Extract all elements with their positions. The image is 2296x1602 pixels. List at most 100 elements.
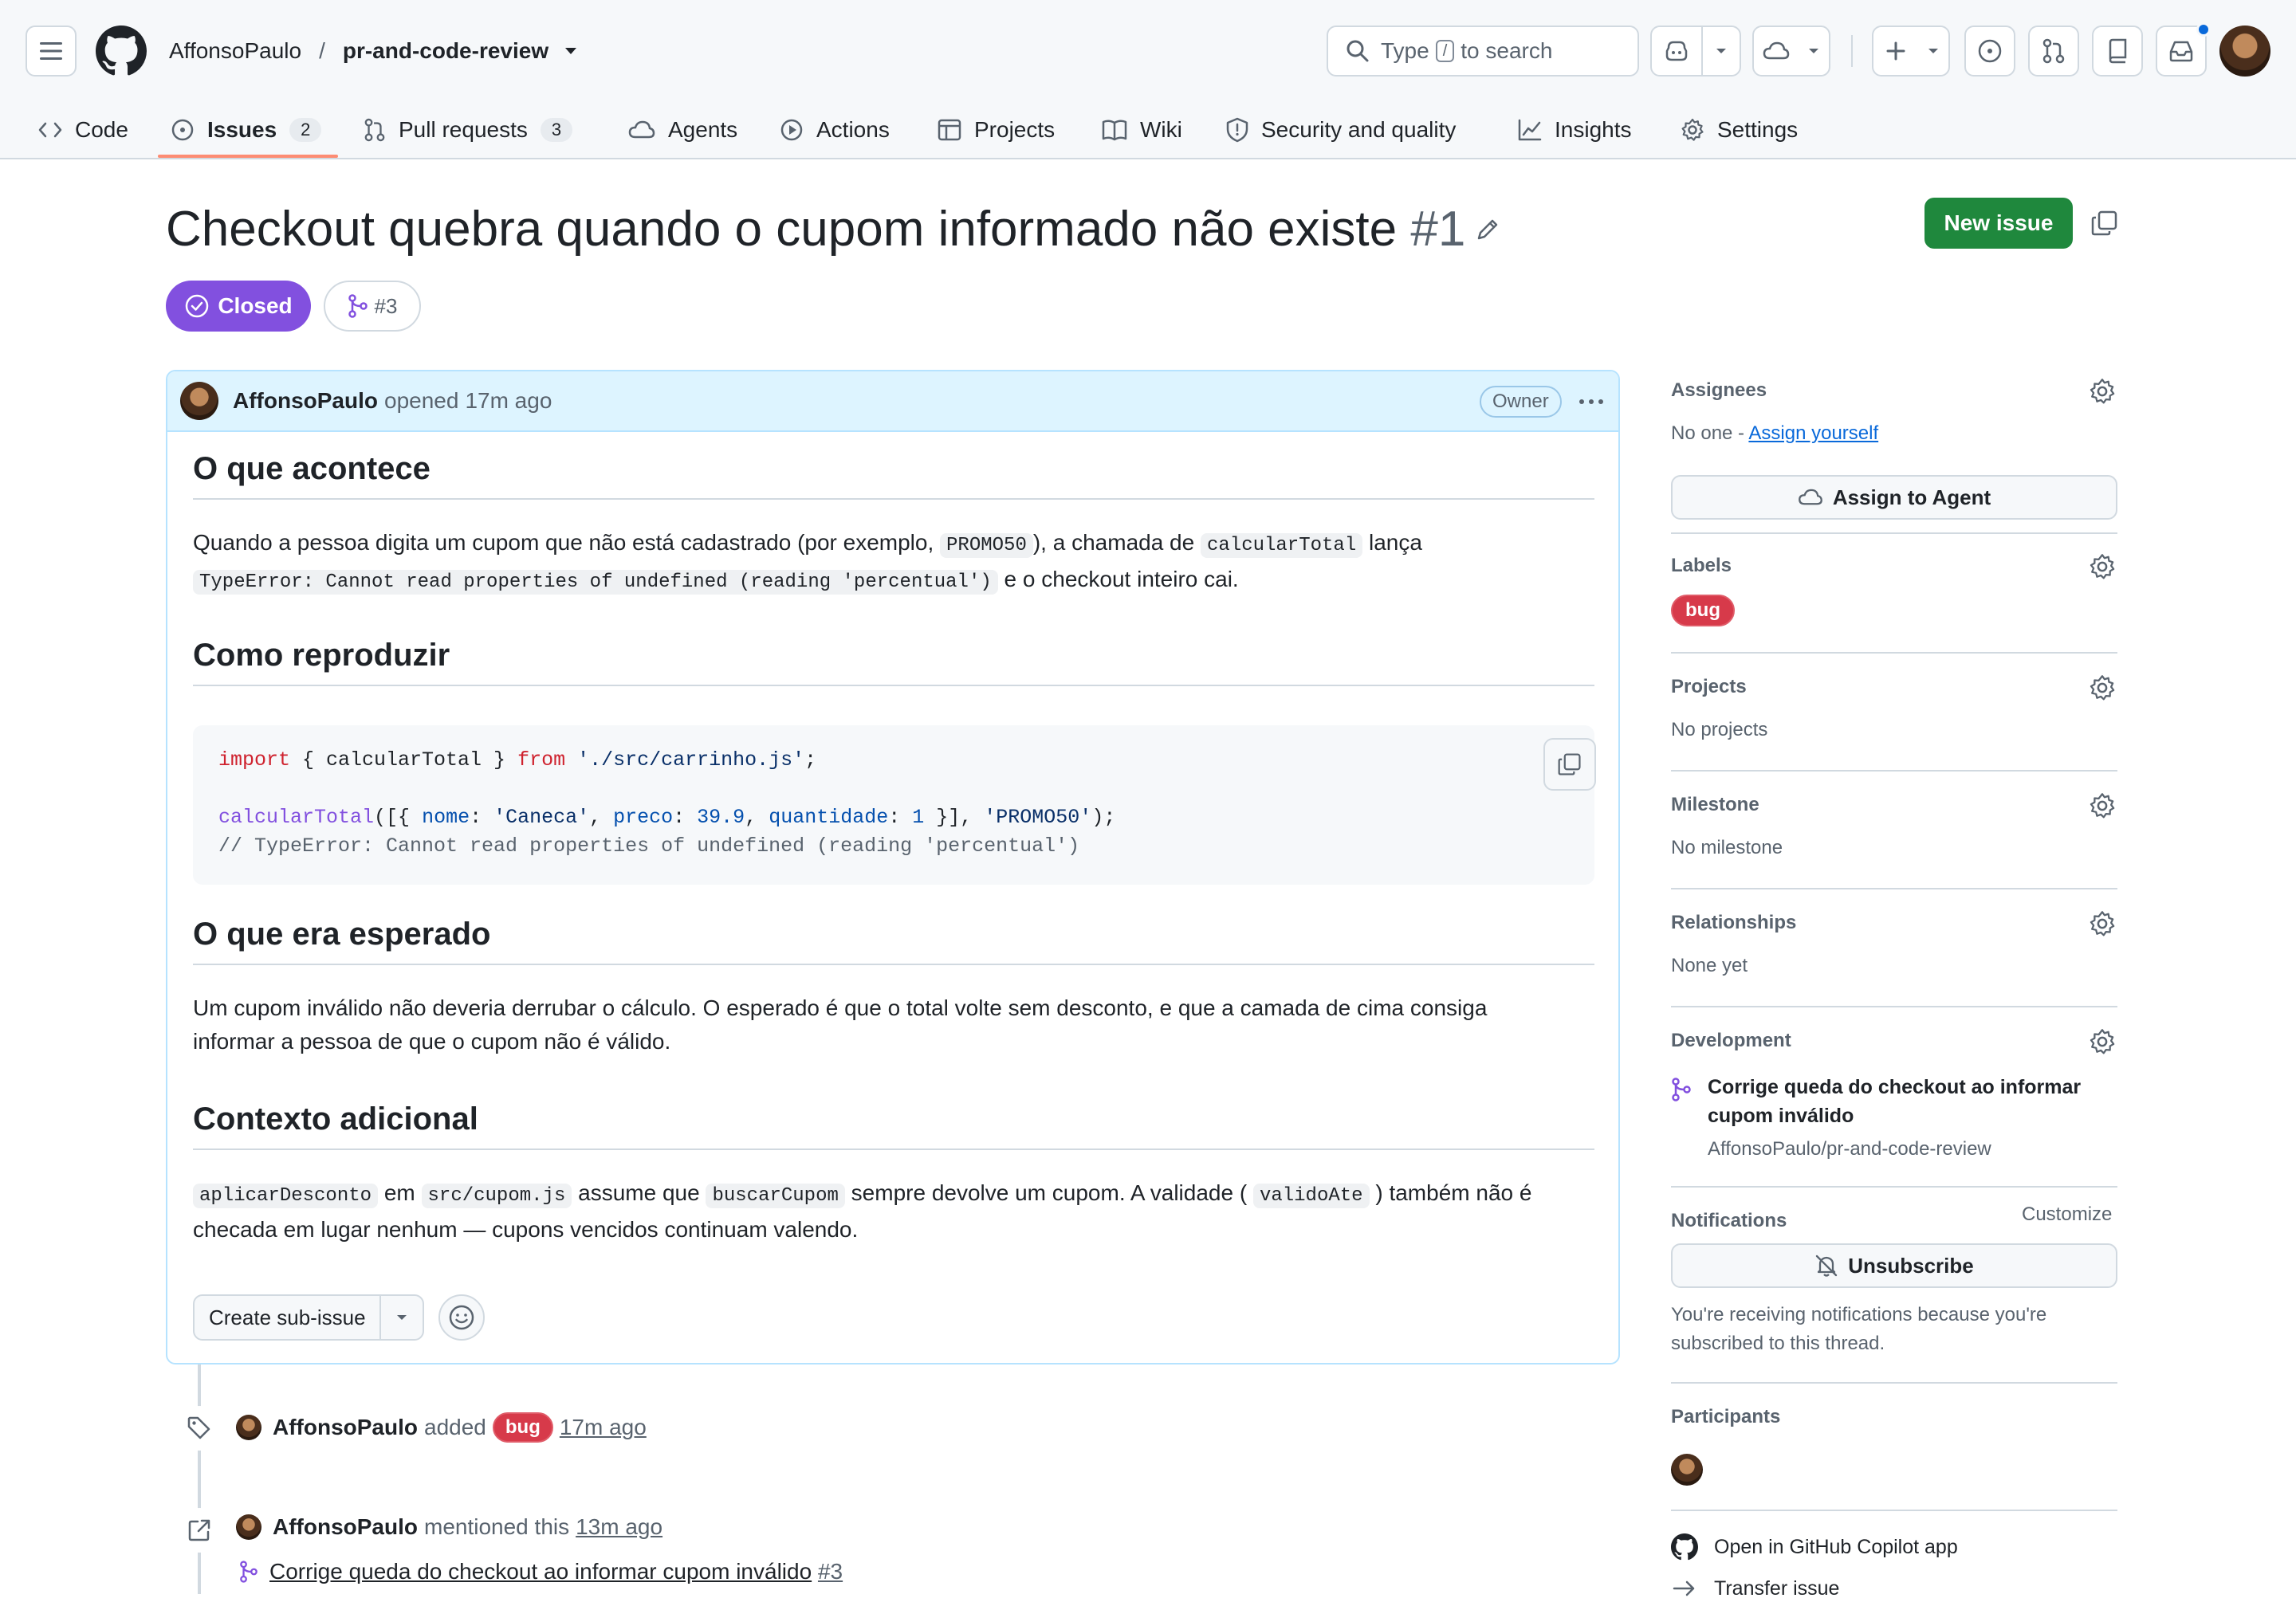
copilot-menu-chevron-icon[interactable] <box>1703 27 1740 75</box>
tab-projects[interactable]: Projects <box>938 100 1055 159</box>
transfer-issue-link[interactable]: Transfer issue <box>1671 1575 1839 1602</box>
user-avatar[interactable] <box>2219 26 2270 77</box>
issue-state-label: Closed <box>218 293 293 318</box>
search-input[interactable]: Type / to search <box>1327 26 1639 77</box>
comment-action: opened <box>384 388 459 413</box>
copilot-button[interactable] <box>1650 26 1741 77</box>
assignees-gear-icon[interactable] <box>2089 378 2116 405</box>
github-logo-icon <box>1671 1533 1698 1561</box>
tab-actions[interactable]: Actions <box>780 100 890 159</box>
menu-button[interactable] <box>26 26 77 77</box>
code-line-1: import { calcularTotal } from './src/car… <box>218 746 1569 775</box>
new-issue-button[interactable]: New issue <box>1924 198 2073 249</box>
tab-insights[interactable]: Insights <box>1518 100 1632 159</box>
projects-gear-icon[interactable] <box>2089 674 2116 701</box>
tab-agents[interactable]: Agents <box>628 100 737 159</box>
comment-author[interactable]: AffonsoPaulo <box>233 388 378 414</box>
create-sub-issue-button[interactable]: Create sub-issue <box>193 1294 424 1341</box>
sub-issue-chevron-icon[interactable] <box>381 1314 423 1321</box>
shield-icon <box>1226 117 1248 143</box>
tab-code[interactable]: Code <box>38 100 128 159</box>
code-text: ; <box>804 748 817 772</box>
event-avatar[interactable] <box>236 1514 261 1540</box>
repo-switcher-chevron-icon[interactable] <box>564 47 577 55</box>
github-logo-icon[interactable] <box>96 26 147 77</box>
linked-pr-title[interactable]: Corrige queda do checkout ao informar cu… <box>1708 1073 2106 1130</box>
mentioned-pr-title[interactable]: Corrige queda do checkout ao informar cu… <box>269 1559 812 1584</box>
code-keyword: import <box>218 748 291 772</box>
issues-shortcut-button[interactable] <box>1964 26 2015 77</box>
edit-title-pencil-icon[interactable] <box>1475 217 1500 242</box>
book-icon <box>1102 120 1127 141</box>
mentioned-pr-number[interactable]: #3 <box>818 1559 843 1584</box>
code-text: : <box>470 806 494 829</box>
create-sub-issue-label[interactable]: Create sub-issue <box>195 1306 379 1330</box>
label-badge-bug[interactable]: bug <box>492 1412 553 1443</box>
event-author[interactable]: AffonsoPaulo <box>273 1514 418 1540</box>
tab-settings[interactable]: Settings <box>1681 100 1798 159</box>
copy-link-icon[interactable] <box>2090 209 2119 238</box>
tab-wiki-label: Wiki <box>1140 117 1182 142</box>
issue-state-badge: Closed <box>166 281 311 332</box>
plus-icon <box>1873 27 1918 75</box>
assign-yourself-link[interactable]: Assign yourself <box>1748 422 1878 444</box>
author-avatar[interactable] <box>180 382 218 420</box>
code-string: './src/carrinho.js' <box>577 748 805 772</box>
linked-pr-chip[interactable]: #3 <box>324 281 421 332</box>
event-time[interactable]: 13m ago <box>576 1514 662 1540</box>
repositories-button[interactable] <box>2092 26 2143 77</box>
pull-requests-shortcut-button[interactable] <box>2028 26 2079 77</box>
relationships-gear-icon[interactable] <box>2089 910 2116 937</box>
customize-notifications-link[interactable]: Customize <box>2022 1203 2112 1226</box>
linked-pull-request[interactable]: Corrige queda do checkout ao informar cu… <box>1671 1073 2106 1160</box>
comment-time[interactable]: 17m ago <box>465 388 552 414</box>
text-run: lança <box>1369 530 1422 555</box>
event-author[interactable]: AffonsoPaulo <box>273 1415 418 1440</box>
notifications-title: Notifications <box>1671 1210 1787 1231</box>
tab-security[interactable]: Security and quality <box>1226 100 1456 159</box>
participant-avatar[interactable] <box>1671 1454 1703 1486</box>
tab-issues[interactable]: Issues 2 <box>171 100 322 159</box>
milestone-gear-icon[interactable] <box>2089 792 2116 819</box>
milestone-value: No milestone <box>1671 837 1783 858</box>
event-action: added <box>424 1415 486 1439</box>
breadcrumb-owner[interactable]: AffonsoPaulo <box>169 38 301 64</box>
event-time[interactable]: 17m ago <box>560 1415 647 1440</box>
copilot-icon[interactable] <box>1652 27 1701 75</box>
mentioned-pr-link[interactable]: Corrige queda do checkout ao informar cu… <box>239 1559 843 1584</box>
code-number: 39.9 <box>697 806 745 829</box>
event-avatar[interactable] <box>236 1415 261 1440</box>
create-new-button[interactable] <box>1872 26 1950 77</box>
git-pull-request-icon <box>364 118 385 142</box>
graph-icon <box>1518 119 1542 141</box>
text-run: informar a pessoa de que o cupom não é v… <box>193 1029 671 1054</box>
breadcrumb-repo[interactable]: pr-and-code-review <box>343 38 548 64</box>
add-reaction-button[interactable] <box>438 1294 485 1341</box>
labels-gear-icon[interactable] <box>2089 553 2116 580</box>
label-badge-bug[interactable]: bug <box>1671 595 1735 626</box>
tab-settings-label: Settings <box>1717 117 1799 142</box>
agents-button[interactable] <box>1752 26 1830 77</box>
gear-icon <box>1681 118 1704 141</box>
open-in-copilot-app-link[interactable]: Open in GitHub Copilot app <box>1671 1533 1958 1561</box>
unsubscribe-button[interactable]: Unsubscribe <box>1671 1243 2117 1288</box>
divider <box>1671 652 2117 654</box>
inline-code: TypeError: Cannot read properties of und… <box>193 570 998 595</box>
heading-contexto-adicional: Contexto adicional <box>193 1101 1594 1150</box>
inline-code: src/cupom.js <box>421 1184 572 1208</box>
development-gear-icon[interactable] <box>2089 1028 2116 1055</box>
divider <box>1671 1382 2117 1384</box>
event-action: mentioned this <box>424 1514 570 1539</box>
tab-wiki[interactable]: Wiki <box>1102 100 1182 159</box>
comment-options-kebab-icon[interactable] <box>1574 384 1609 419</box>
heading-o-que-acontece: O que acontece <box>193 451 1594 500</box>
bell-slash-icon <box>1816 1255 1838 1277</box>
tab-pull-requests[interactable]: Pull requests 3 <box>364 100 573 159</box>
linked-pr-number: #3 <box>374 293 398 318</box>
code-block: import { calcularTotal } from './src/car… <box>193 725 1596 885</box>
search-icon <box>1347 40 1369 62</box>
assign-to-agent-button[interactable]: Assign to Agent <box>1671 475 2117 520</box>
copy-code-button[interactable] <box>1543 738 1596 791</box>
milestone-title: Milestone <box>1671 794 1759 815</box>
notification-reason: You're receiving notifications because y… <box>1671 1304 2047 1354</box>
